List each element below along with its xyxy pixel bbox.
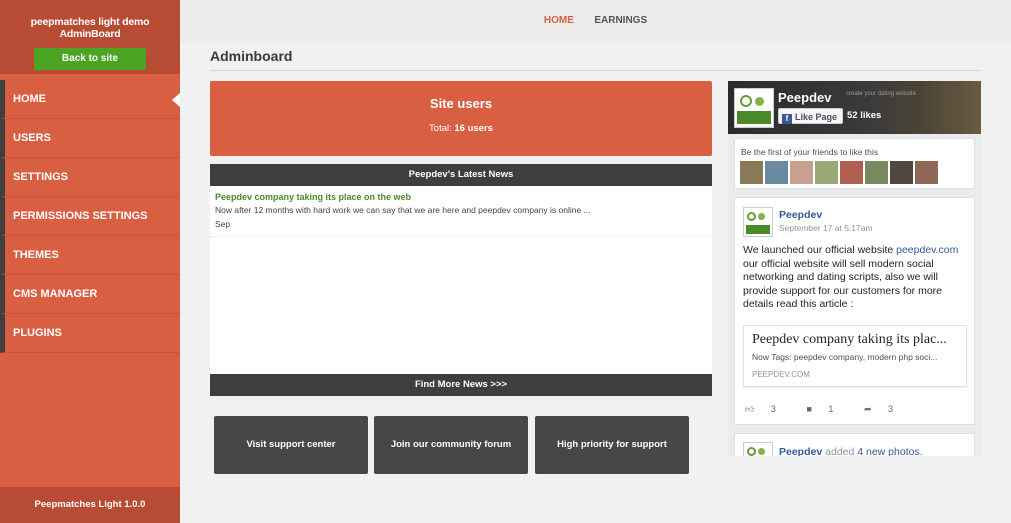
like-page-label: Like Page <box>795 112 838 122</box>
post-body-rest: our official website will sell modern so… <box>743 257 942 311</box>
facebook-cover-tagline: create your dating website <box>846 91 917 97</box>
facebook-f-icon: f <box>782 114 792 124</box>
post-date[interactable]: September 17 at 5:17am <box>779 223 873 233</box>
footer-product-name: Peepmatches Light <box>34 499 122 510</box>
post-2-text: Peepdev added 4 new photos. <box>779 446 923 456</box>
join-community-forum-button[interactable]: Join our community forum <box>374 416 528 474</box>
latest-news-panel: Peepdev's Latest News Peepdev company ta… <box>210 164 712 396</box>
avatar[interactable] <box>790 161 813 184</box>
post-likes[interactable]: 👍︎ 3 <box>745 404 790 414</box>
post-body-prefix: We launched our official website <box>743 244 897 256</box>
post-likes-count: 3 <box>770 404 776 414</box>
avatar[interactable] <box>840 161 863 184</box>
sidebar-item-plugins[interactable]: PLUGINS <box>0 314 180 353</box>
avatar[interactable] <box>890 161 913 184</box>
post-shares-count: 3 <box>888 404 894 414</box>
facebook-page-name[interactable]: Peepdev <box>778 90 831 105</box>
total-label: Total: <box>429 123 452 134</box>
avatar[interactable] <box>740 161 763 184</box>
footer-version: 1.0.0 <box>124 499 146 510</box>
thumbs-up-icon: 👍︎ <box>745 404 755 414</box>
find-more-news-link[interactable]: Find More News >>> <box>210 374 712 396</box>
sidebar-item-permissions-settings[interactable]: PERMISSIONS SETTINGS <box>0 197 180 236</box>
total-count: 16 users <box>454 123 493 134</box>
post-comments[interactable]: ■ 1 <box>806 404 847 414</box>
sidebar-header: peepmatches light demo AdminBoard Back t… <box>0 0 180 74</box>
friends-like-box: Be the first of your friends to like thi… <box>734 138 975 189</box>
post-reactions-bar: 👍︎ 3 ■ 1 ➦ 3 <box>745 404 921 415</box>
visit-support-center-button[interactable]: Visit support center <box>214 416 368 474</box>
admin-title: peepmatches light demo AdminBoard <box>30 16 150 40</box>
facebook-page-widget: Peepdev create your dating website f Like… <box>728 81 981 456</box>
back-to-site-button[interactable]: Back to site <box>34 48 146 70</box>
title-divider <box>210 70 981 71</box>
news-item-excerpt: Now after 12 months with hard work we ca… <box>215 205 591 215</box>
sidebar: peepmatches light demo AdminBoard Back t… <box>0 0 180 523</box>
post-author[interactable]: Peepdev <box>779 209 822 221</box>
link-card-domain: PEEPDEV.COM <box>752 370 810 379</box>
sidebar-item-home[interactable]: HOME <box>0 80 180 119</box>
link-card-description: Now Tags: peepdev company, modern php so… <box>752 352 938 362</box>
post-author-logo-icon[interactable] <box>743 442 773 456</box>
nav-earnings-link[interactable]: EARNINGS <box>594 15 647 26</box>
avatar[interactable] <box>865 161 888 184</box>
post-2-photos-link[interactable]: 4 new photos. <box>857 446 922 456</box>
site-users-total: Total: 16 users <box>210 123 712 134</box>
post-2-verb: added <box>825 446 855 456</box>
post-body: We launched our official website peepdev… <box>743 244 971 312</box>
facebook-post-2: Peepdev added 4 new photos. <box>734 433 975 456</box>
post-body-link[interactable]: peepdev.com <box>896 244 958 256</box>
peepdev-logo-icon[interactable] <box>734 88 774 128</box>
link-card-title: Peepdev company taking its plac... <box>752 332 947 347</box>
shared-link-card[interactable]: Peepdev company taking its plac... Now T… <box>743 325 967 387</box>
site-users-title: Site users <box>429 96 493 111</box>
share-arrow-icon: ➦ <box>863 404 872 414</box>
sidebar-item-cms-manager[interactable]: CMS MANAGER <box>0 275 180 314</box>
site-users-panel: Site users Total: 16 users <box>210 81 712 156</box>
sidebar-item-users[interactable]: USERS <box>0 119 180 158</box>
sidebar-menu: HOME USERS SETTINGS PERMISSIONS SETTINGS… <box>0 80 180 353</box>
nav-home-link[interactable]: HOME <box>544 15 574 26</box>
top-nav: HOME EARNINGS <box>180 0 1011 42</box>
avatar[interactable] <box>915 161 938 184</box>
post-author-logo-icon[interactable] <box>743 207 773 237</box>
sidebar-item-themes[interactable]: THEMES <box>0 236 180 275</box>
sidebar-item-settings[interactable]: SETTINGS <box>0 158 180 197</box>
post-shares[interactable]: ➦ 3 <box>864 404 907 414</box>
news-item-title-link[interactable]: Peepdev company taking its place on the … <box>215 192 707 202</box>
post-2-author[interactable]: Peepdev <box>779 446 822 456</box>
page-likes-count: 52 likes <box>847 110 882 121</box>
news-item-date: Sep <box>215 219 231 229</box>
comment-icon: ■ <box>806 404 812 414</box>
page-title: Adminboard <box>210 48 293 64</box>
like-page-button[interactable]: f Like Page <box>778 108 844 124</box>
friends-like-text: Be the first of your friends to like thi… <box>741 147 879 157</box>
news-header: Peepdev's Latest News <box>210 164 712 186</box>
facebook-post: Peepdev September 17 at 5:17am We launch… <box>734 197 975 425</box>
friend-avatars <box>740 161 940 184</box>
post-comments-count: 1 <box>828 404 834 414</box>
sidebar-footer: Peepmatches Light 1.0.0 <box>0 487 180 523</box>
high-priority-support-button[interactable]: High priority for support <box>535 416 689 474</box>
avatar[interactable] <box>815 161 838 184</box>
news-item: Peepdev company taking its place on the … <box>210 186 712 237</box>
avatar[interactable] <box>765 161 788 184</box>
